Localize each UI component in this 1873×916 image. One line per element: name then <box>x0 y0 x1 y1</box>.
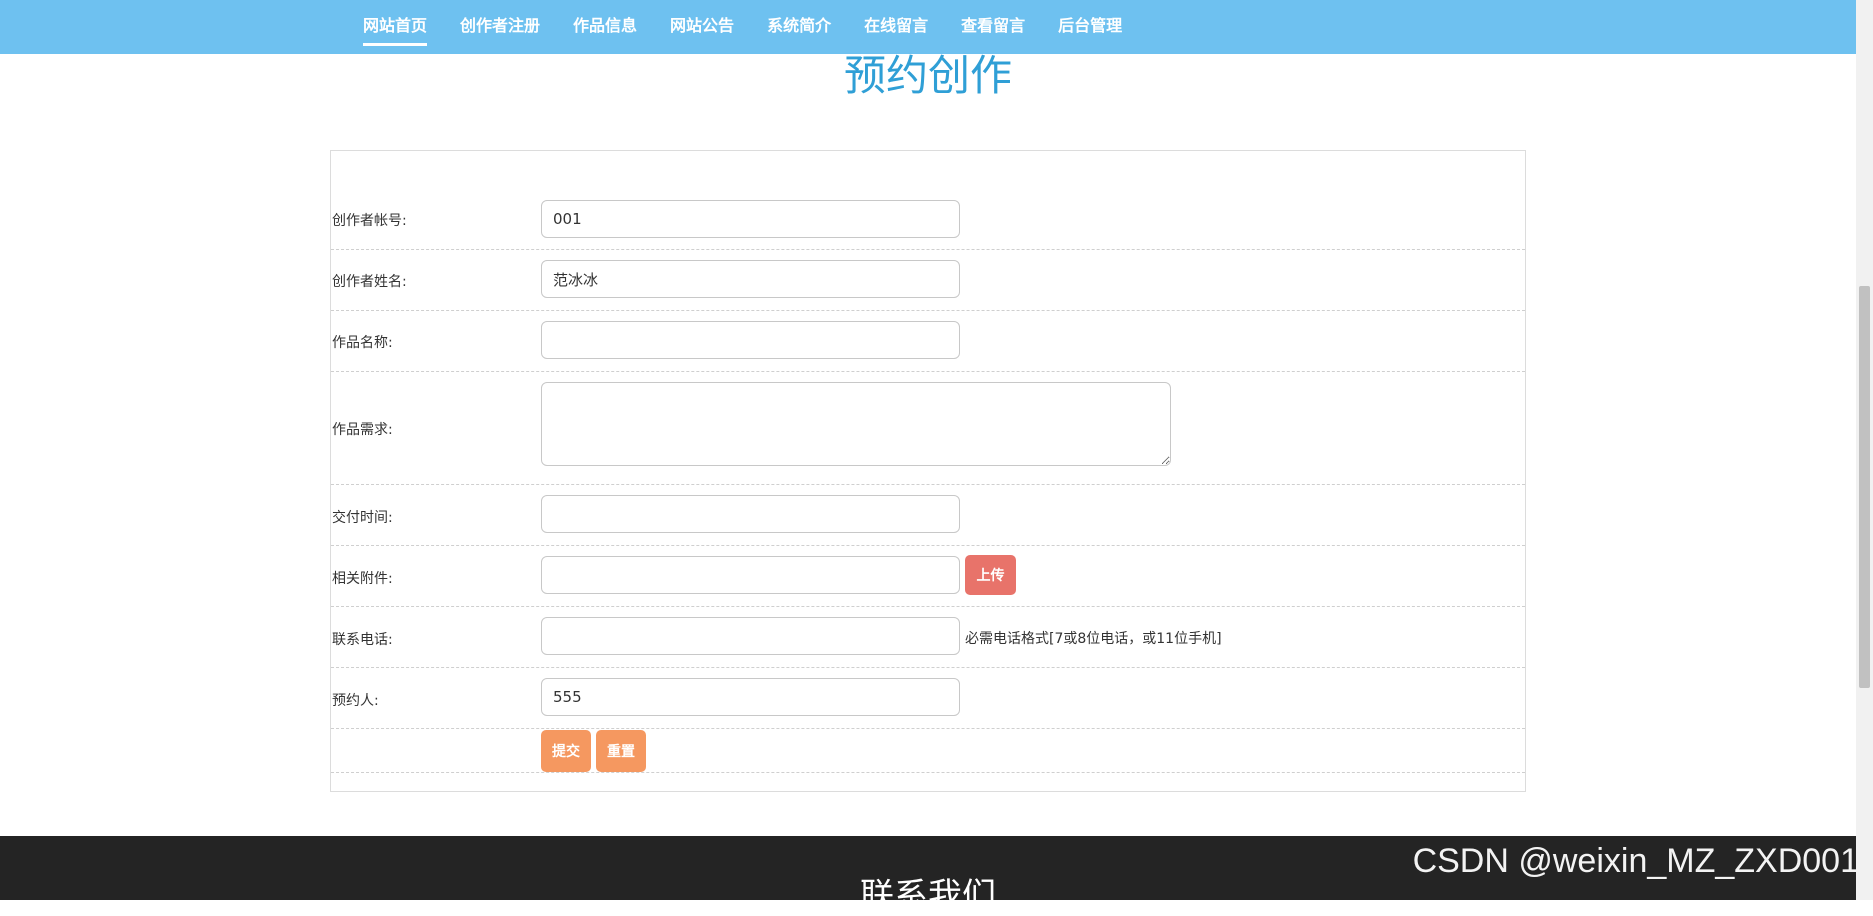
nav-item-announcements[interactable]: 网站公告 <box>670 0 734 54</box>
footer-title: 联系我们 <box>860 876 996 916</box>
creator-account-input[interactable] <box>541 200 960 238</box>
form-row-actions: 提交 重置 <box>331 729 1525 773</box>
creator-name-label: 创作者姓名: <box>332 274 407 290</box>
form-row-booker: 预约人: <box>331 668 1525 729</box>
nav-item-works[interactable]: 作品信息 <box>573 0 637 54</box>
booking-form: 创作者帐号: 创作者姓名: 作品名称: 作品需求: 交付时间: 相关附件: 上传… <box>330 150 1526 792</box>
form-row-work-requirement: 作品需求: <box>331 372 1525 485</box>
top-navbar: 网站首页 创作者注册 作品信息 网站公告 系统简介 在线留言 查看留言 后台管理 <box>0 0 1856 54</box>
phone-input[interactable] <box>541 617 960 655</box>
work-requirement-label: 作品需求: <box>332 422 393 438</box>
upload-button[interactable]: 上传 <box>965 555 1016 595</box>
phone-label: 联系电话: <box>332 632 393 648</box>
page-title: 预约创作 <box>843 51 1012 100</box>
csdn-watermark: CSDN @weixin_MZ_ZXD001 <box>1412 842 1859 880</box>
creator-name-input[interactable] <box>541 260 960 298</box>
scrollbar-thumb[interactable] <box>1859 286 1870 688</box>
nav-item-admin[interactable]: 后台管理 <box>1058 0 1122 54</box>
booker-label: 预约人: <box>332 693 379 709</box>
nav-item-system-intro[interactable]: 系统简介 <box>767 0 831 54</box>
form-row-creator-account: 创作者帐号: <box>331 151 1525 250</box>
form-row-attachment: 相关附件: 上传 <box>331 546 1525 607</box>
form-row-work-name: 作品名称: <box>331 311 1525 372</box>
form-row-delivery-time: 交付时间: <box>331 485 1525 546</box>
nav-item-view-messages[interactable]: 查看留言 <box>961 0 1025 54</box>
creator-account-label: 创作者帐号: <box>332 213 407 229</box>
phone-format-hint: 必需电话格式[7或8位电话，或11位手机] <box>965 631 1222 647</box>
delivery-time-input[interactable] <box>541 495 960 533</box>
work-name-input[interactable] <box>541 321 960 359</box>
form-row-phone: 联系电话: 必需电话格式[7或8位电话，或11位手机] <box>331 607 1525 668</box>
nav-item-leave-message[interactable]: 在线留言 <box>864 0 928 54</box>
reset-button[interactable]: 重置 <box>596 730 646 772</box>
page-scrollbar[interactable] <box>1856 0 1873 900</box>
attachment-input[interactable] <box>541 556 960 594</box>
work-name-label: 作品名称: <box>332 335 393 351</box>
submit-button[interactable]: 提交 <box>541 730 591 772</box>
nav-item-home[interactable]: 网站首页 <box>363 0 428 54</box>
nav-item-creator-register[interactable]: 创作者注册 <box>460 0 540 54</box>
form-row-creator-name: 创作者姓名: <box>331 250 1525 311</box>
booker-input[interactable] <box>541 678 960 716</box>
attachment-label: 相关附件: <box>332 571 393 587</box>
delivery-time-label: 交付时间: <box>332 510 393 526</box>
nav-menu: 网站首页 创作者注册 作品信息 网站公告 系统简介 在线留言 查看留言 后台管理 <box>363 0 1155 54</box>
work-requirement-textarea[interactable] <box>541 382 1171 466</box>
